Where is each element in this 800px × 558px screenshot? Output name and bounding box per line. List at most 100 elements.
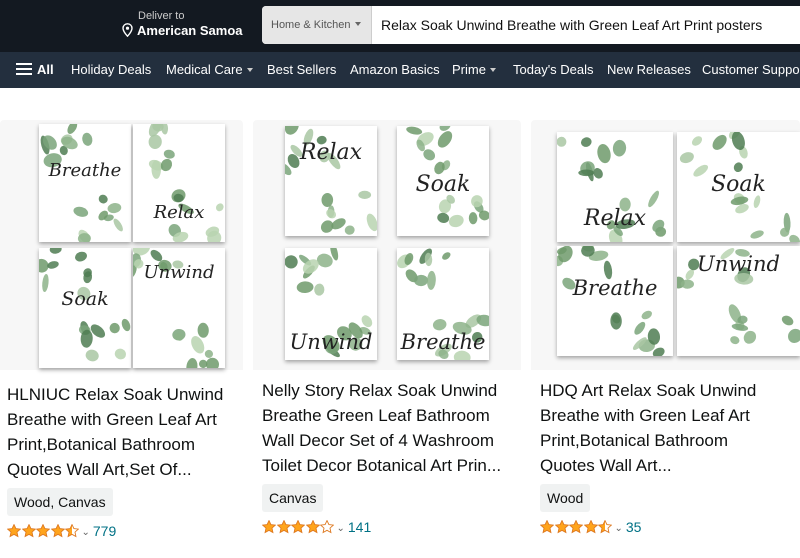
leaf-illustration — [148, 124, 224, 242]
nav-todays-deals[interactable]: Today's Deals — [513, 52, 594, 88]
leaf-shape — [578, 169, 595, 177]
star-rating — [540, 519, 613, 535]
leaf-shape — [437, 131, 453, 148]
deliver-to-label: Deliver to — [138, 10, 185, 22]
leaf-shape — [442, 252, 451, 260]
poster-tile: Soak — [677, 132, 800, 242]
leaf-shape — [448, 214, 464, 228]
leaf-shape — [204, 349, 213, 358]
product-image[interactable]: Relax Soak Breathe Unwind — [531, 120, 800, 370]
leaf-shape — [121, 318, 131, 332]
chevron-down-icon — [355, 22, 362, 26]
top-header: Deliver to American Samoa Home & Kitchen — [0, 0, 800, 52]
star-icon — [554, 520, 569, 534]
product-image[interactable]: Breathe Relax Soak Unwind — [0, 120, 243, 370]
search-category-dropdown[interactable]: Home & Kitchen — [262, 6, 372, 44]
leaf-shape — [361, 315, 373, 328]
product-title[interactable]: HLNIUC Relax Soak Unwind Breathe with Gr… — [7, 382, 239, 482]
poster-tile: Relax — [557, 132, 673, 242]
leaf-shape — [75, 251, 87, 262]
nav-holiday-deals[interactable]: Holiday Deals — [71, 52, 151, 88]
nav-prime[interactable]: Prime — [452, 52, 496, 88]
review-count[interactable]: 141 — [348, 519, 371, 535]
leaf-shape — [789, 234, 800, 242]
nav-new-releases[interactable]: New Releases — [607, 52, 691, 88]
nav-medical-care[interactable]: Medical Care — [166, 52, 253, 88]
rating-row[interactable]: ⌄ 779 — [7, 523, 116, 539]
leaf-shape — [610, 312, 622, 330]
nav-customer-support[interactable]: Customer Support — [702, 52, 800, 88]
leaf-shape — [366, 213, 377, 232]
material-badge: Canvas — [262, 484, 324, 512]
leaf-shape — [437, 212, 450, 223]
leaf-shape — [679, 152, 694, 164]
leaf-illustration — [557, 246, 665, 356]
leaf-shape — [781, 315, 794, 326]
poster-tile: Breathe — [39, 124, 131, 242]
poster-tile: Relax — [285, 126, 377, 236]
leaf-shape — [468, 212, 478, 225]
review-count[interactable]: 779 — [93, 523, 116, 539]
nav-best-sellers[interactable]: Best Sellers — [267, 52, 336, 88]
leaf-shape — [788, 328, 800, 343]
leaf-shape — [641, 310, 653, 320]
rating-row[interactable]: ⌄ 141 — [262, 519, 371, 535]
nav-bar: All Holiday Deals Medical Care Best Sell… — [0, 52, 800, 88]
star-icon — [276, 520, 291, 534]
poster-tile: Unwind — [677, 246, 800, 356]
leaf-shape — [580, 137, 592, 147]
product-title[interactable]: Nelly Story Relax Soak Unwind Breathe Gr… — [262, 378, 517, 478]
star-icon — [598, 520, 612, 534]
star-rating — [262, 519, 335, 535]
leaf-shape — [73, 206, 89, 217]
nav-amazon-basics[interactable]: Amazon Basics — [350, 52, 440, 88]
leaf-shape — [344, 225, 355, 235]
poster-tile: Relax — [133, 124, 225, 242]
leaf-shape — [296, 281, 314, 294]
chevron-down-icon: ⌄ — [614, 523, 623, 534]
product-title[interactable]: HDQ Art Relax Soak Unwind Breathe with G… — [540, 378, 798, 478]
deliver-to-location[interactable]: Deliver to American Samoa — [122, 10, 243, 38]
leaf-shape — [197, 322, 209, 338]
product-card[interactable]: Breathe Relax Soak Unwind HLNIUC Relax S… — [0, 120, 243, 558]
product-card[interactable]: Relax Soak Unwind Breathe Nelly Story Re… — [253, 120, 521, 558]
leaf-shape — [743, 330, 757, 344]
leaf-shape — [85, 349, 99, 362]
leaf-shape — [358, 190, 372, 199]
leaf-shape — [148, 134, 162, 149]
star-icon — [305, 520, 320, 534]
leaf-shape — [557, 136, 567, 147]
leaf-shape — [186, 358, 198, 368]
star-icon — [291, 520, 305, 534]
chevron-down-icon — [246, 68, 253, 72]
material-badge: Wood — [540, 484, 591, 512]
star-icon — [65, 524, 79, 538]
star-icon — [569, 520, 583, 534]
leaf-illustration — [40, 124, 123, 242]
leaf-shape — [113, 218, 123, 232]
nav-all-label: All — [37, 62, 54, 77]
leaf-shape — [160, 158, 173, 172]
rating-row[interactable]: ⌄ 35 — [540, 519, 641, 535]
poster-tile: Unwind — [285, 248, 377, 360]
material-badge: Wood, Canvas — [7, 488, 113, 516]
chevron-down-icon — [489, 68, 496, 72]
chevron-down-icon: ⌄ — [81, 527, 90, 538]
leaf-shape — [406, 126, 423, 135]
leaf-shape — [691, 136, 703, 146]
search-category-label: Home & Kitchen — [271, 19, 351, 31]
star-icon — [540, 520, 554, 534]
product-image[interactable]: Relax Soak Unwind Breathe — [253, 120, 521, 370]
star-icon — [7, 524, 21, 538]
leaf-shape — [285, 255, 298, 269]
location-pin-icon — [122, 23, 133, 37]
star-icon — [583, 520, 598, 534]
nav-all-menu[interactable]: All — [16, 52, 54, 88]
search-input[interactable] — [381, 6, 796, 44]
review-count[interactable]: 35 — [626, 519, 642, 535]
leaf-shape — [49, 248, 62, 254]
leaf-shape — [712, 134, 727, 150]
leaf-shape — [314, 283, 325, 296]
product-card[interactable]: Relax Soak Breathe Unwind HDQ Art Relax … — [531, 120, 800, 558]
leaf-shape — [163, 149, 175, 159]
